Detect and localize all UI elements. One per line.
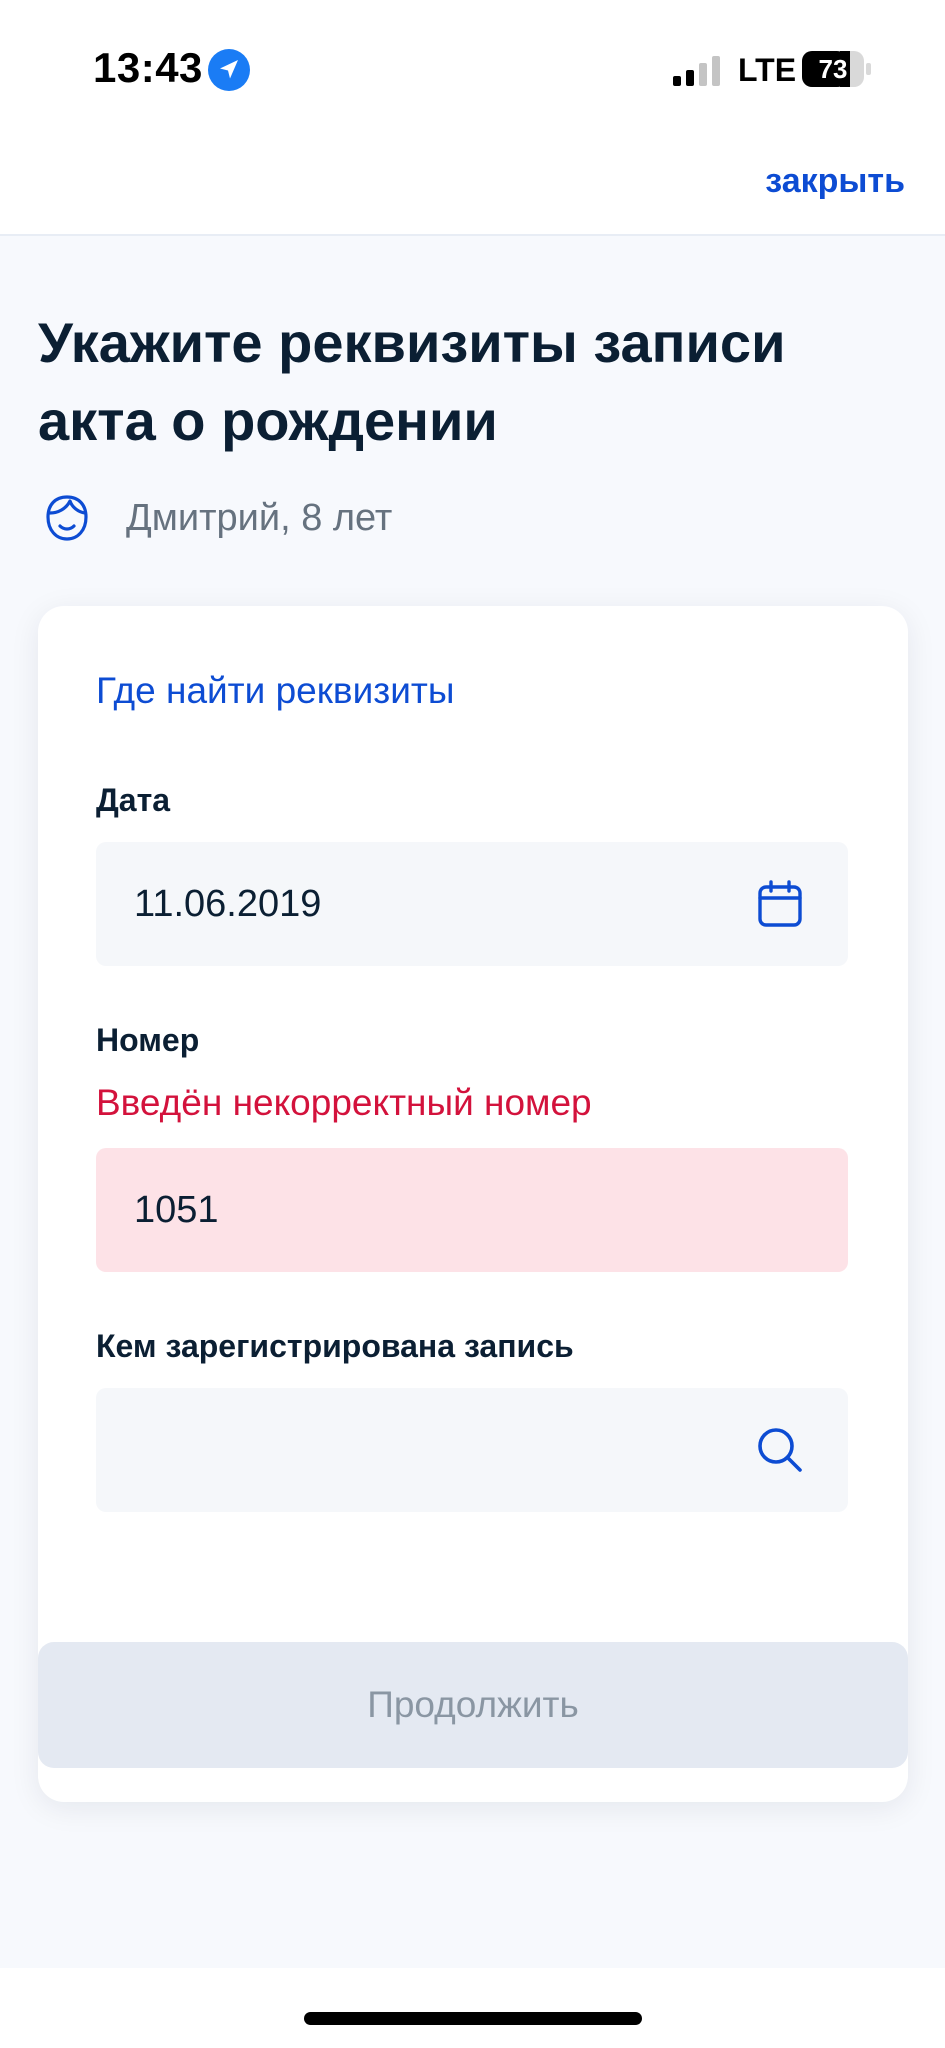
cellular-signal-icon	[673, 56, 720, 86]
child-avatar-icon	[46, 495, 88, 541]
date-value: 11.06.2019	[134, 883, 322, 925]
top-bar: закрыть	[0, 140, 945, 236]
number-error-message: Введён некорректный номер	[96, 1082, 592, 1123]
status-bar: 13:43 LTE 73	[0, 0, 945, 140]
child-name: Дмитрий, 8 лет	[126, 496, 393, 539]
location-arrow-icon	[208, 49, 250, 91]
calendar-icon[interactable]	[754, 878, 806, 930]
requisites-form-card: Где найти реквизиты Дата 11.06.2019 Номе…	[38, 606, 908, 1802]
battery-level: 73	[818, 54, 848, 84]
search-icon[interactable]	[754, 1424, 806, 1476]
continue-button[interactable]: Продолжить	[38, 1642, 908, 1768]
status-time: 13:43	[93, 44, 203, 91]
date-field[interactable]: 11.06.2019	[96, 842, 848, 966]
registrar-label: Кем зарегистрирована запись	[96, 1328, 574, 1364]
number-input[interactable]: 1051	[96, 1148, 848, 1272]
page-title: Укажите реквизиты записи акта о рождении	[38, 311, 786, 452]
number-label: Номер	[96, 1022, 200, 1058]
where-to-find-link[interactable]: Где найти реквизиты	[96, 670, 454, 712]
home-indicator	[304, 2012, 642, 2025]
close-button[interactable]: закрыть	[765, 162, 905, 201]
main-content: Укажите реквизиты записи акта о рождении…	[0, 236, 945, 1968]
registrar-search-input[interactable]	[96, 1388, 848, 1512]
screen: 13:43 LTE 73 закрыть Укажите реквизиты з…	[0, 0, 945, 2048]
network-type: LTE	[738, 52, 797, 88]
date-label: Дата	[96, 782, 171, 818]
number-value: 1051	[134, 1189, 219, 1231]
child-info: Дмитрий, 8 лет	[44, 490, 392, 546]
